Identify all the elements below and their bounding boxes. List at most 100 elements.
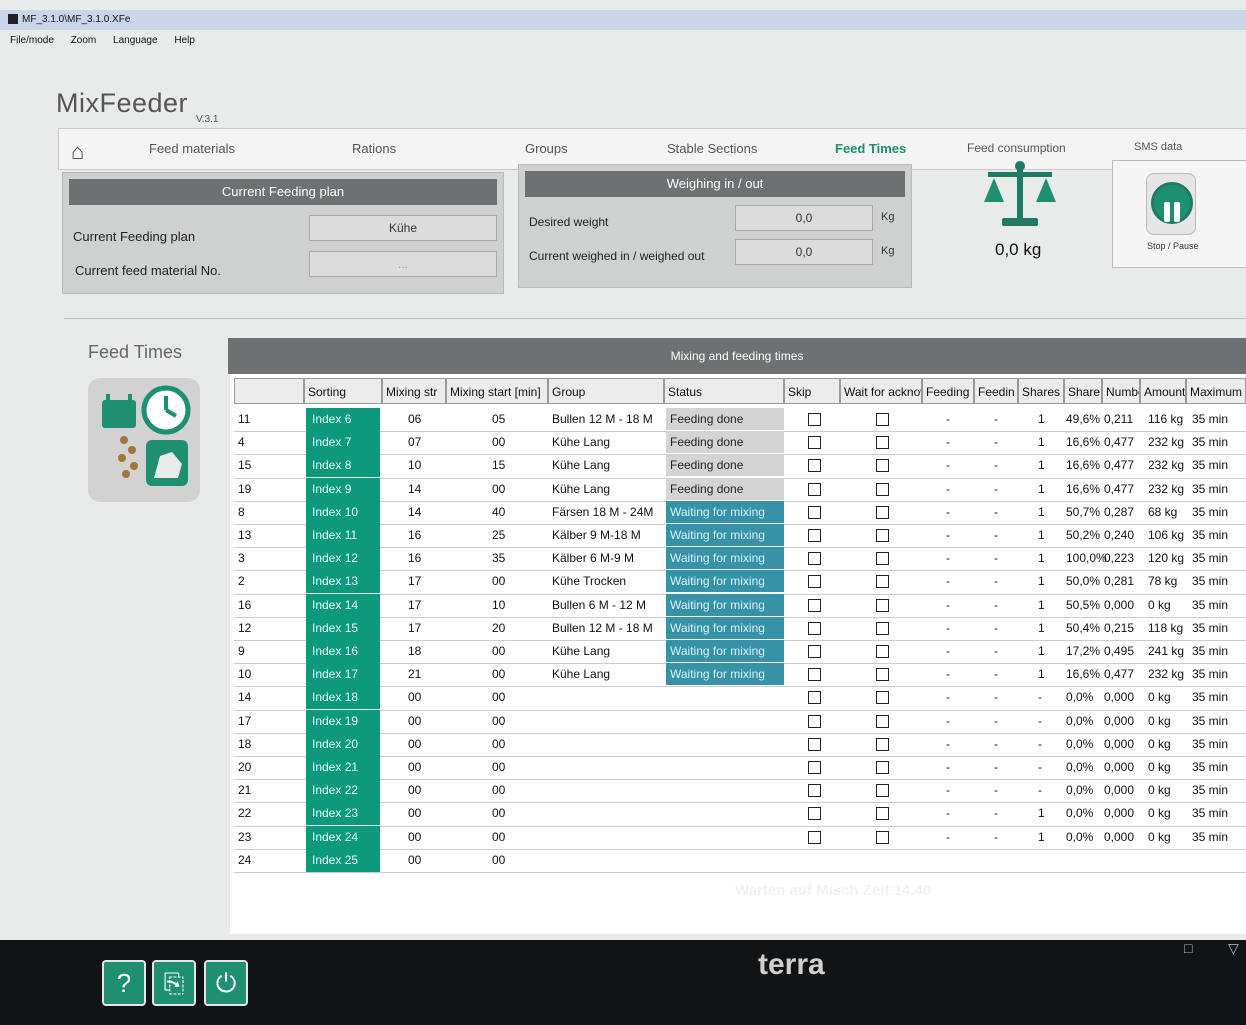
tab-rations[interactable]: Rations <box>352 141 396 156</box>
sorting-cell[interactable]: Index 17 <box>306 663 380 687</box>
mixing-str-cell[interactable]: 00 <box>408 806 421 820</box>
skip-checkbox[interactable] <box>808 714 821 728</box>
group-cell[interactable]: Färsen 18 M - 24M <box>552 505 653 519</box>
sorting-cell[interactable]: Index 14 <box>306 593 380 617</box>
skip-checkbox[interactable] <box>808 598 821 612</box>
skip-checkbox[interactable] <box>808 505 821 519</box>
mixing-str-cell[interactable]: 10 <box>408 458 421 472</box>
mixing-start-cell[interactable]: 40 <box>492 505 505 519</box>
sorting-cell[interactable]: Index 23 <box>306 802 380 826</box>
mixing-start-cell[interactable]: 00 <box>492 714 505 728</box>
mixing-start-cell[interactable]: 35 <box>492 551 505 565</box>
mixing-start-cell[interactable]: 00 <box>492 644 505 658</box>
sorting-cell[interactable]: Index 11 <box>306 524 380 547</box>
skip-checkbox[interactable] <box>808 807 821 821</box>
mixing-str-cell[interactable]: 17 <box>408 598 421 612</box>
sorting-cell[interactable]: Index 12 <box>306 547 380 571</box>
mixing-start-cell[interactable]: 15 <box>492 458 505 472</box>
wait-ack-checkbox[interactable] <box>876 529 889 542</box>
group-cell[interactable]: Bullen 12 M - 18 M <box>552 621 653 635</box>
group-cell[interactable]: Bullen 6 M - 12 M <box>552 598 646 612</box>
mixing-str-cell[interactable]: 21 <box>408 667 421 681</box>
mixing-str-cell[interactable]: 17 <box>408 621 421 635</box>
sorting-cell[interactable]: Index 18 <box>306 686 380 710</box>
wait-ack-checkbox[interactable] <box>876 621 889 635</box>
group-cell[interactable]: Kühe Lang <box>552 458 610 472</box>
skip-checkbox[interactable] <box>808 482 821 496</box>
mixing-str-cell[interactable]: 00 <box>408 737 421 751</box>
mixing-start-cell[interactable]: 05 <box>492 412 505 426</box>
wait-ack-checkbox[interactable] <box>876 575 889 589</box>
mixing-str-cell[interactable]: 18 <box>408 644 421 658</box>
mixing-str-cell[interactable]: 14 <box>408 482 421 496</box>
skip-checkbox[interactable] <box>808 691 821 705</box>
home-icon[interactable]: ⌂ <box>71 139 84 165</box>
mixing-start-cell[interactable]: 00 <box>492 806 505 820</box>
sorting-cell[interactable]: Index 13 <box>306 570 380 594</box>
wait-ack-checkbox[interactable] <box>876 436 889 450</box>
tab-feed-consumption[interactable]: Feed consumption <box>967 141 1066 155</box>
help-button[interactable]: ? <box>102 960 146 1006</box>
wait-ack-checkbox[interactable] <box>876 505 889 519</box>
mixing-start-cell[interactable]: 00 <box>492 667 505 681</box>
wait-ack-checkbox[interactable] <box>876 552 889 566</box>
wait-ack-checkbox[interactable] <box>876 482 889 496</box>
mixing-start-cell[interactable]: 10 <box>492 598 505 612</box>
sorting-cell[interactable]: Index 10 <box>306 500 380 524</box>
skip-checkbox[interactable] <box>808 552 821 566</box>
skip-checkbox[interactable] <box>808 761 821 774</box>
sorting-cell[interactable]: Index 7 <box>306 431 380 455</box>
wait-ack-checkbox[interactable] <box>876 784 889 798</box>
wait-ack-checkbox[interactable] <box>876 830 889 844</box>
mixing-str-cell[interactable]: 00 <box>408 690 421 704</box>
mixing-start-cell[interactable]: 00 <box>492 783 505 797</box>
sorting-cell[interactable]: Index 21 <box>306 756 380 779</box>
skip-checkbox[interactable] <box>808 737 821 751</box>
mixing-start-cell[interactable]: 00 <box>492 760 505 774</box>
sorting-cell[interactable]: Index 22 <box>306 779 380 803</box>
tab-feed-times[interactable]: Feed Times <box>835 141 906 156</box>
skip-checkbox[interactable] <box>808 784 821 798</box>
group-cell[interactable]: Kälber 9 M-18 M <box>552 528 641 542</box>
mixing-str-cell[interactable]: 00 <box>408 714 421 728</box>
skip-checkbox[interactable] <box>808 459 821 473</box>
mixing-str-cell[interactable]: 16 <box>408 551 421 565</box>
sorting-cell[interactable]: Index 25 <box>306 848 380 872</box>
sorting-cell[interactable]: Index 6 <box>306 408 380 431</box>
menu-zoom[interactable]: Zoom <box>71 35 97 46</box>
mixing-str-cell[interactable]: 00 <box>408 760 421 774</box>
mixing-str-cell[interactable]: 14 <box>408 505 421 519</box>
mixing-str-cell[interactable]: 00 <box>408 853 421 867</box>
exit-button[interactable]: ⏻ <box>204 960 248 1006</box>
skip-checkbox[interactable] <box>808 621 821 635</box>
sorting-cell[interactable]: Index 24 <box>306 825 380 849</box>
wait-ack-checkbox[interactable] <box>876 761 889 774</box>
mixing-str-cell[interactable]: 07 <box>408 435 421 449</box>
skip-checkbox[interactable] <box>808 529 821 542</box>
skip-checkbox[interactable] <box>808 413 821 426</box>
skip-checkbox[interactable] <box>808 830 821 844</box>
mixing-start-cell[interactable]: 25 <box>492 528 505 542</box>
sorting-cell[interactable]: Index 8 <box>306 454 380 478</box>
mixing-str-cell[interactable]: 00 <box>408 830 421 844</box>
tab-stable-sections[interactable]: Stable Sections <box>667 141 757 156</box>
sorting-cell[interactable]: Index 15 <box>306 616 380 640</box>
wait-ack-checkbox[interactable] <box>876 737 889 751</box>
group-cell[interactable]: Kühe Trocken <box>552 574 626 588</box>
group-cell[interactable]: Kühe Lang <box>552 435 610 449</box>
skip-checkbox[interactable] <box>808 668 821 682</box>
group-cell[interactable]: Kühe Lang <box>552 482 610 496</box>
wait-ack-checkbox[interactable] <box>876 691 889 705</box>
mixing-start-cell[interactable]: 00 <box>492 830 505 844</box>
group-cell[interactable]: Kühe Lang <box>552 667 610 681</box>
skip-checkbox[interactable] <box>808 436 821 450</box>
wait-ack-checkbox[interactable] <box>876 645 889 658</box>
mixing-start-cell[interactable]: 00 <box>492 853 505 867</box>
mixing-start-cell[interactable]: 00 <box>492 690 505 704</box>
mixing-start-cell[interactable]: 00 <box>492 737 505 751</box>
monitor-power-icon[interactable]: □ <box>1184 940 1192 956</box>
menu-help[interactable]: Help <box>174 35 195 46</box>
mixing-start-cell[interactable]: 00 <box>492 574 505 588</box>
mixing-start-cell[interactable]: 00 <box>492 435 505 449</box>
group-cell[interactable]: Kälber 6 M-9 M <box>552 551 634 565</box>
